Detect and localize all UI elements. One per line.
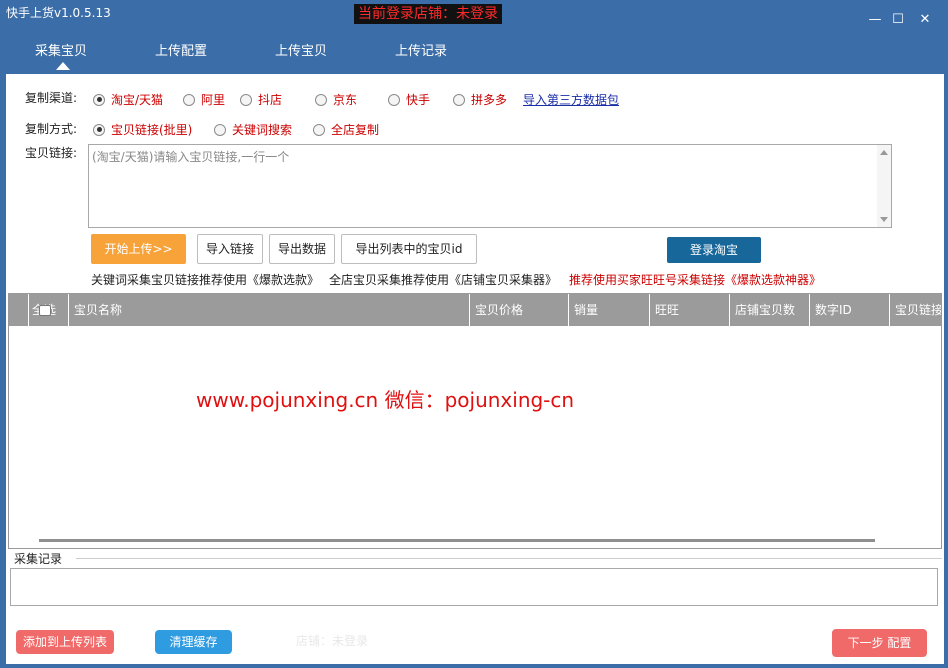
col-wangwang[interactable]: 旺旺 [650, 294, 730, 326]
table-header: 全选 宝贝名称 宝贝价格 销量 旺旺 店铺宝贝数 数字ID 宝贝链接 [9, 294, 941, 326]
col-sales[interactable]: 销量 [569, 294, 650, 326]
radio-selected-icon [93, 123, 105, 136]
col-item-price[interactable]: 宝贝价格 [470, 294, 569, 326]
watermark-text: www.pojunxing.cn 微信：pojunxing-cn [196, 388, 575, 412]
tab-upload-items[interactable]: 上传宝贝 [256, 40, 346, 59]
close-icon[interactable]: ✕ [916, 12, 934, 28]
maximize-icon[interactable]: ☐ [889, 12, 907, 28]
row-header-cell [9, 294, 29, 326]
items-table[interactable]: 全选 宝贝名称 宝贝价格 销量 旺旺 店铺宝贝数 数字ID 宝贝链接 www.p… [8, 293, 942, 549]
recommend-hint: 推荐使用买家旺旺号采集链接《爆款选款神器》 [569, 273, 822, 287]
method-label: 复制方式: [25, 122, 78, 136]
method-item-link-radio[interactable]: 宝贝链接(批里) [93, 121, 192, 138]
channel-jd-radio[interactable]: 京东 [315, 91, 357, 108]
channel-ali-radio[interactable]: 阿里 [183, 91, 225, 108]
login-taobao-button[interactable]: 登录淘宝 [667, 237, 761, 263]
log-label: 采集记录 [14, 552, 63, 566]
app-title: 快手上货v1.0.5.13 [6, 6, 111, 20]
export-data-button[interactable]: 导出数据 [269, 234, 335, 264]
col-item-name[interactable]: 宝贝名称 [69, 294, 470, 326]
app-window: 快手上货v1.0.5.13 当前登录店铺：未登录 — ☐ ✕ 采集宝贝 上传配置… [0, 0, 948, 668]
next-step-config-button[interactable]: 下一步 配置 [832, 629, 927, 657]
method-whole-shop-radio[interactable]: 全店复制 [313, 121, 379, 138]
add-to-upload-list-button[interactable]: 添加到上传列表 [16, 630, 114, 654]
select-all-checkbox[interactable] [39, 305, 51, 316]
scroll-down-icon[interactable] [880, 217, 888, 222]
log-divider [76, 558, 942, 559]
log-box [10, 568, 938, 606]
radio-icon [214, 123, 226, 136]
col-numeric-id[interactable]: 数字ID [810, 294, 890, 326]
start-upload-button[interactable]: 开始上传>> [91, 234, 186, 264]
channel-label: 复制渠道: [25, 91, 78, 105]
login-status-banner: 当前登录店铺：未登录 [354, 4, 502, 24]
radio-icon [315, 93, 327, 106]
clear-cache-button[interactable]: 清理缓存 [155, 630, 232, 654]
channel-taobao-radio[interactable]: 淘宝/天猫 [93, 91, 163, 108]
scroll-up-icon[interactable] [880, 150, 888, 155]
radio-selected-icon [93, 93, 105, 106]
item-links-textarea[interactable]: (淘宝/天猫)请输入宝贝链接,一行一个 [88, 144, 892, 228]
radio-icon [183, 93, 195, 106]
col-item-link[interactable]: 宝贝链接 [890, 294, 941, 326]
active-tab-indicator [56, 62, 70, 70]
item-links-placeholder: (淘宝/天猫)请输入宝贝链接,一行一个 [92, 150, 290, 164]
main-tabs: 采集宝贝 上传配置 上传宝贝 上传记录 [0, 36, 948, 74]
import-links-button[interactable]: 导入链接 [197, 234, 263, 264]
keyword-hint: 关键词采集宝贝链接推荐使用《爆款选款》 [91, 273, 320, 287]
radio-icon [388, 93, 400, 106]
table-horizontal-scrollbar[interactable] [39, 539, 875, 542]
import-third-party-link[interactable]: 导入第三方数据包 [523, 91, 619, 108]
links-label: 宝贝链接: [25, 146, 78, 160]
tab-collect[interactable]: 采集宝贝 [16, 40, 106, 59]
tab-upload-config[interactable]: 上传配置 [136, 40, 226, 59]
tab-upload-records[interactable]: 上传记录 [376, 40, 466, 59]
title-bar: 快手上货v1.0.5.13 当前登录店铺：未登录 — ☐ ✕ [0, 0, 948, 30]
radio-icon [453, 93, 465, 106]
textarea-scrollbar[interactable] [877, 145, 891, 227]
method-keyword-radio[interactable]: 关键词搜索 [214, 121, 292, 138]
col-shop-item-count[interactable]: 店铺宝贝数 [730, 294, 810, 326]
channel-kuaishou-radio[interactable]: 快手 [388, 91, 430, 108]
channel-pdd-radio[interactable]: 拼多多 [453, 91, 507, 108]
export-item-ids-button[interactable]: 导出列表中的宝贝id [341, 234, 477, 264]
collect-panel: 复制渠道: 淘宝/天猫 阿里 抖店 京东 快手 拼多多 导入第三方数据包 复制方… [6, 74, 944, 664]
minimize-icon[interactable]: — [866, 12, 884, 28]
select-all-header[interactable]: 全选 [29, 294, 69, 326]
channel-douyin-radio[interactable]: 抖店 [240, 91, 282, 108]
shop-hint: 全店宝贝采集推荐使用《店铺宝贝采集器》 [329, 273, 558, 287]
radio-icon [313, 123, 325, 136]
shop-status-text: 店铺：未登录 [296, 634, 369, 648]
radio-icon [240, 93, 252, 106]
